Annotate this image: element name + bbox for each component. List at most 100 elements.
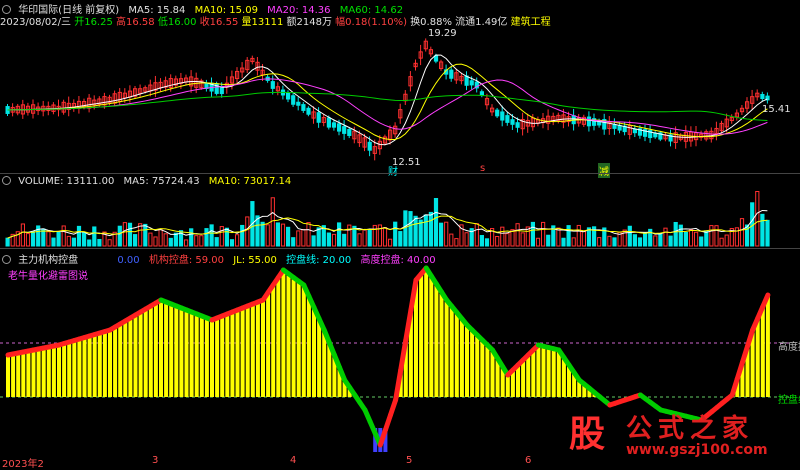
control-bar	[200, 316, 204, 397]
indicator-v4: 控盘线: 20.00	[286, 255, 351, 266]
volume-bar	[348, 225, 351, 246]
volume-bar	[225, 228, 228, 246]
control-bar	[424, 268, 428, 397]
control-bar	[67, 342, 71, 397]
control-bar	[455, 313, 459, 398]
marker-jian[interactable]: 减	[598, 163, 610, 178]
control-bar	[77, 339, 81, 397]
control-bar	[276, 278, 280, 398]
volume-bar	[465, 233, 468, 246]
control-bar	[195, 314, 199, 397]
volume-bar	[440, 223, 443, 246]
candle-body	[317, 113, 320, 123]
volume-bar	[506, 234, 509, 246]
volume-bar	[664, 228, 667, 246]
control-bar	[450, 306, 454, 397]
control-bar	[205, 318, 209, 397]
volume-bar	[215, 238, 218, 246]
volume-bar	[317, 228, 320, 246]
control-bar	[547, 348, 551, 398]
control-bar	[419, 274, 423, 397]
volume-ma5: MA5: 75724.43	[124, 176, 200, 187]
volume-bar	[725, 235, 728, 246]
indicator-v2: 机构控盘: 59.00	[149, 255, 224, 266]
indicator-subtitle: 老牛量化避雷图说	[8, 267, 88, 282]
volume-bar	[108, 240, 111, 246]
volume-bar	[287, 227, 290, 246]
candle-body	[613, 125, 616, 129]
control-bar	[241, 308, 245, 397]
control-bar	[440, 292, 444, 397]
control-bar	[6, 355, 10, 397]
control-bar	[169, 304, 173, 397]
volume-bar	[236, 235, 239, 246]
xaxis-m5: 5	[406, 455, 412, 466]
volume-bar	[302, 230, 305, 246]
volume-bar	[419, 220, 422, 246]
volume-bar	[77, 226, 80, 246]
volume-bar	[445, 222, 448, 246]
volume-bar	[516, 224, 519, 246]
panel-collapse-icon[interactable]	[2, 255, 11, 264]
volume-bar	[567, 226, 570, 246]
volume-bar	[47, 232, 50, 246]
control-bar	[21, 352, 25, 397]
volume-bar	[307, 223, 310, 246]
control-bar	[521, 360, 525, 397]
xaxis-year: 2023年2	[2, 455, 44, 470]
candle-body	[496, 110, 499, 116]
control-bar	[11, 354, 15, 397]
candle-body	[338, 124, 341, 131]
control-bar	[465, 325, 469, 397]
control-bar	[256, 302, 260, 397]
candle-body	[516, 123, 519, 128]
volume-bar	[26, 234, 29, 246]
volume-bar	[98, 239, 101, 246]
volume-bar	[134, 235, 137, 246]
volume-bar	[695, 232, 698, 246]
candle-body	[450, 70, 453, 78]
indicator-v5: 高度控盘: 40.00	[360, 255, 435, 266]
control-bar	[302, 285, 306, 397]
control-bar	[113, 327, 117, 397]
control-bar	[281, 270, 285, 397]
volume-bar	[654, 236, 657, 246]
control-bar	[287, 274, 291, 397]
candle-body	[470, 81, 473, 85]
volume-bar	[338, 223, 341, 246]
volume-bar	[230, 240, 233, 246]
control-bar	[47, 347, 51, 397]
control-bar	[88, 336, 92, 397]
volume-bar	[669, 236, 672, 246]
volume-bar	[271, 198, 274, 246]
volume-bar	[118, 226, 121, 246]
volume-bar	[409, 212, 412, 246]
volume-bar	[485, 239, 488, 246]
control-bar	[108, 330, 112, 397]
control-bar	[149, 306, 153, 397]
volume-bar	[220, 227, 223, 246]
candle-body	[343, 127, 346, 134]
volume-bar	[368, 230, 371, 246]
control-bar	[174, 306, 178, 397]
candle-body	[332, 123, 335, 127]
marker-cai[interactable]: 财	[388, 163, 398, 178]
volume-bar	[174, 233, 177, 246]
volume-bar	[613, 238, 616, 246]
volume-bar	[281, 224, 284, 246]
candle-body	[348, 130, 351, 136]
control-bar	[98, 333, 102, 397]
volume-bar	[149, 233, 152, 246]
right-price-label: 15.41	[762, 104, 791, 115]
candle-body	[761, 94, 764, 98]
control-bar	[159, 300, 163, 397]
volume-bar	[154, 237, 157, 246]
control-bar	[26, 351, 30, 397]
volume-bar	[83, 233, 86, 246]
volume-bar	[598, 238, 601, 246]
watermark-title: 公式之家	[626, 408, 754, 445]
volume-bar	[689, 230, 692, 246]
volume-bar	[52, 238, 55, 246]
panel-collapse-icon[interactable]	[2, 176, 11, 185]
control-bar	[62, 344, 66, 398]
